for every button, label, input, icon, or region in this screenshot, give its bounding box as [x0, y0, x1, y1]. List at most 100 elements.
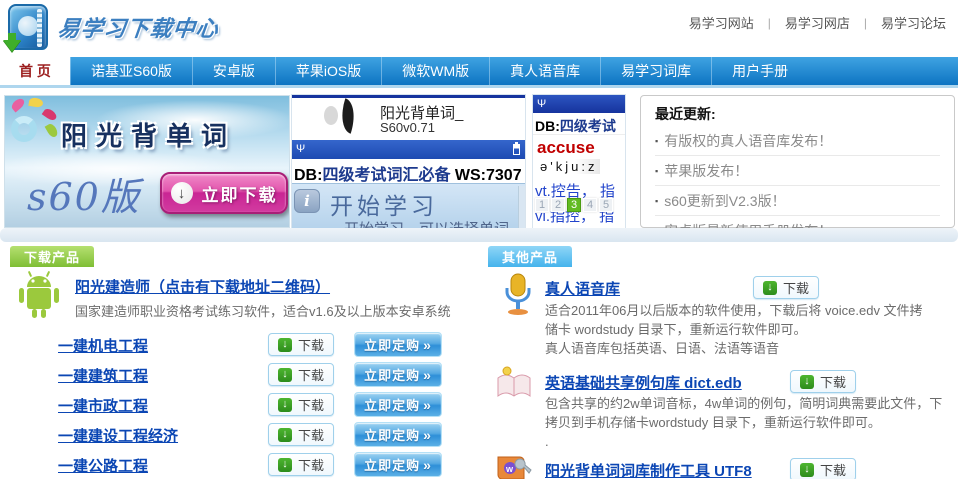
site-title: 易学习下载中心 [56, 11, 220, 43]
item-link[interactable]: 一建建筑工程 [58, 365, 148, 386]
screenshot-menu-title: 开始学习 [330, 187, 438, 221]
download-arrow-icon: ↓ [800, 375, 814, 389]
screenshot-phonetic: ə'kju:z [537, 159, 600, 174]
download-arrow-icon: ↓ [800, 463, 814, 477]
download-circle-icon: ↓ [171, 182, 193, 204]
download-arrow-icon: ↓ [278, 338, 292, 352]
page-number: 2 [551, 198, 565, 212]
download-arrow-icon: ↓ [763, 281, 777, 295]
promo-banner: 阳光背单词 s60版 ↓ 立即下载 [4, 95, 290, 228]
download-row: 一建市政工程 ↓下载 立即定购» [0, 392, 478, 418]
download-row: 一建建设工程经济 ↓下载 立即定购» [0, 422, 478, 448]
other-item-description: 包含共享的约2w单词音标，4w单词的例句，简明词典需要此文件，下 拷贝到手机存储… [545, 394, 958, 451]
nav-tab-ios[interactable]: 苹果iOS版 [275, 57, 381, 85]
download-row: 一建机电工程 ↓下载 立即定购» [0, 332, 478, 358]
download-arrow-icon [3, 40, 21, 52]
screenshot-scrollbar [518, 186, 525, 228]
chevron-right-icon: » [423, 367, 432, 383]
other-item-link-dict[interactable]: 英语基础共享例句库 dict.edb [545, 372, 742, 393]
toolbook-icon: w [494, 453, 532, 479]
download-arrow-icon: ↓ [278, 368, 292, 382]
main-nav: 首 页 诺基亚S60版 安卓版 苹果iOS版 微软WM版 真人语音库 易学习词库… [0, 57, 958, 85]
update-item[interactable]: ▪苹果版发布！ [655, 156, 940, 186]
app-screenshot-main: 阳光背单词_ S60v0.71 Ψ DB:四级考试词汇必备 WS:7307 i … [292, 95, 525, 228]
android-robot-icon [16, 270, 62, 327]
download-arrow-icon: ↓ [278, 428, 292, 442]
link-forum[interactable]: 易学习论坛 [881, 13, 946, 32]
nav-tab-dict[interactable]: 易学习词库 [600, 57, 711, 85]
download-row: 一建建筑工程 ↓下载 立即定购» [0, 362, 478, 388]
screenshot-menu-subtitle: 开始学习，可以选择单词 [344, 218, 509, 228]
screenshot-word: accuse [537, 138, 625, 158]
item-link[interactable]: 一建市政工程 [58, 395, 148, 416]
screenshot-pagination: 1 2 3 4 5 [535, 198, 613, 212]
order-button[interactable]: 立即定购» [354, 422, 442, 447]
download-button[interactable]: ↓下载 [268, 393, 334, 416]
item-link[interactable]: 一建公路工程 [58, 455, 148, 476]
banner-subtitle: s60版 [27, 166, 141, 221]
section-divider [0, 228, 958, 242]
download-button[interactable]: ↓下载 [753, 276, 819, 299]
download-button[interactable]: ↓下载 [268, 363, 334, 386]
nav-tab-home[interactable]: 首 页 [0, 57, 70, 85]
bullet-icon: ▪ [655, 136, 658, 146]
page: 易学习下载中心 易学习网站 | 易学习网店 | 易学习论坛 首 页 诺基亚S60… [0, 0, 958, 479]
page-number: 1 [535, 198, 549, 212]
updates-title: 最近更新: [655, 104, 940, 124]
tab-download-products[interactable]: 下载产品 [10, 246, 94, 267]
chevron-right-icon: » [423, 427, 432, 443]
nav-tab-wm[interactable]: 微软WM版 [381, 57, 489, 85]
order-button[interactable]: 立即定购» [354, 332, 442, 357]
chevron-right-icon: » [423, 397, 432, 413]
other-item-link-voice[interactable]: 真人语音库 [545, 278, 620, 299]
app-screenshot-word: Ψ DB:四级考试 accuse ə'kju:z vt.控告， 指 vi.指控，… [533, 95, 625, 228]
tab-other-products[interactable]: 其他产品 [488, 246, 572, 267]
download-row: 一建公路工程 ↓下载 立即定购» [0, 452, 478, 478]
chevron-right-icon: » [423, 337, 432, 353]
order-button[interactable]: 立即定购» [354, 362, 442, 387]
order-button[interactable]: 立即定购» [354, 452, 442, 477]
update-item[interactable]: ▪s60更新到V2.3版！ [655, 186, 940, 216]
nav-tab-android[interactable]: 安卓版 [192, 57, 275, 85]
link-website[interactable]: 易学习网站 [689, 13, 754, 32]
other-item-link-tool[interactable]: 阳光背单词词库制作工具 UTF8 [545, 460, 752, 479]
info-icon: i [294, 189, 320, 213]
download-button[interactable]: ↓下载 [268, 453, 334, 476]
banner-download-button[interactable]: ↓ 立即下载 [160, 172, 288, 214]
link-separator: | [768, 16, 771, 30]
product-link-builder[interactable]: 阳光建造师（点击有下载地址二维码） [75, 276, 330, 297]
item-link[interactable]: 一建机电工程 [58, 335, 148, 356]
item-link[interactable]: 一建建设工程经济 [58, 425, 178, 446]
download-button[interactable]: ↓下载 [790, 458, 856, 479]
top-links: 易学习网站 | 易学习网店 | 易学习论坛 [689, 13, 946, 32]
page-number: 4 [583, 198, 597, 212]
update-item[interactable]: ▪有版权的真人语音库发布！ [655, 126, 940, 156]
recent-updates-box: 最近更新: ▪有版权的真人语音库发布！ ▪苹果版发布！ ▪s60更新到V2.3版… [640, 95, 955, 228]
link-store[interactable]: 易学习网店 [785, 13, 850, 32]
screenshot-app-version: S60v0.71 [380, 120, 435, 135]
nav-tab-voice[interactable]: 真人语音库 [489, 57, 600, 85]
nav-tab-s60[interactable]: 诺基亚S60版 [70, 57, 192, 85]
download-button[interactable]: ↓下载 [268, 423, 334, 446]
other-item-description: 适合2011年06月以后版本的软件使用，下载后将 voice.edv 文件拷 储… [545, 301, 958, 358]
bullet-icon: ▪ [655, 166, 658, 176]
app-logo-egg-icon [324, 106, 338, 125]
backpack-logo-icon [8, 4, 48, 50]
battery-icon [513, 144, 520, 155]
nav-tab-manual[interactable]: 用户手册 [711, 57, 808, 85]
svg-text:w: w [505, 464, 514, 474]
site-logo[interactable]: 易学习下载中心 [8, 4, 219, 50]
microphone-icon [500, 272, 536, 321]
screenshot2-db-row: DB:四级考试 [533, 113, 625, 135]
order-button[interactable]: 立即定购» [354, 392, 442, 417]
page-number: 5 [599, 198, 613, 212]
banner-title: 阳光背单词 [61, 116, 236, 153]
download-button[interactable]: ↓下载 [790, 370, 856, 393]
screenshot-db-row: DB:四级考试词汇必备 WS:7307 [292, 159, 525, 183]
app-logo-swoosh-icon [335, 98, 360, 133]
download-arrow-icon: ↓ [278, 398, 292, 412]
chevron-right-icon: » [423, 457, 432, 473]
download-button[interactable]: ↓下载 [268, 333, 334, 356]
hero-row: 阳光背单词 s60版 ↓ 立即下载 阳光背单词_ S60v0.71 Ψ DB:四… [0, 95, 958, 228]
product-description: 国家建造师职业资格考试练习软件，适合v1.6及以上版本安卓系统 [75, 301, 451, 320]
